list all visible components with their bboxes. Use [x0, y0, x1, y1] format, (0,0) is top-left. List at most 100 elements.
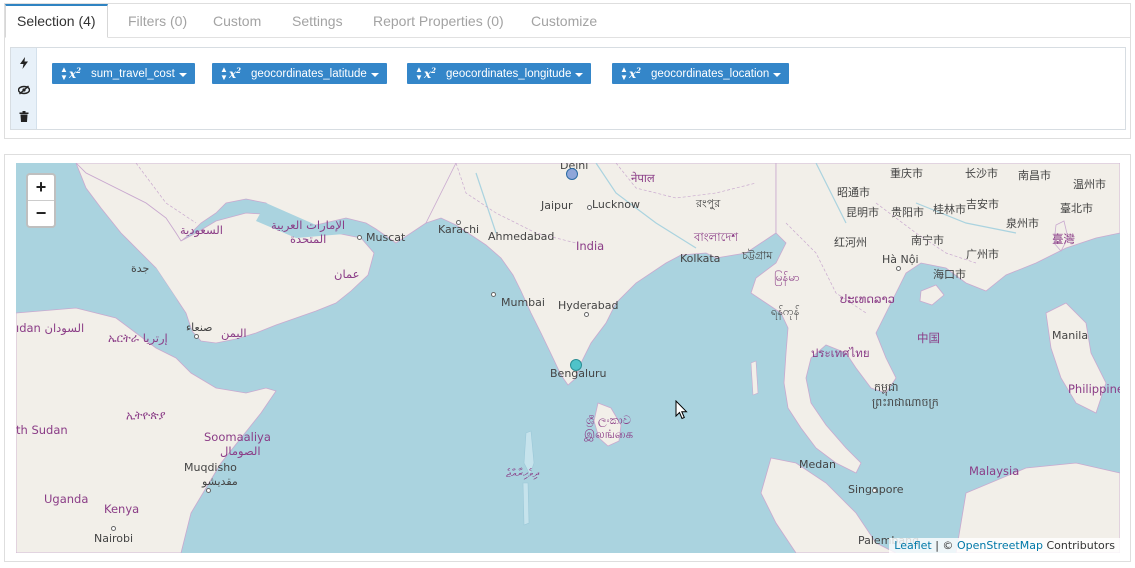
sort-icon[interactable]: ▲ ▼ — [60, 65, 68, 82]
tab-settings[interactable]: Settings — [281, 4, 354, 37]
city-dot — [206, 488, 211, 493]
tab-selection[interactable]: Selection (4) — [5, 4, 108, 38]
aggregate-icon[interactable]: x2 — [424, 66, 436, 81]
bolt-icon[interactable] — [15, 54, 32, 71]
sort-icon[interactable]: ▲ ▼ — [415, 65, 423, 82]
map-label-nanning: 南宁市 — [911, 234, 944, 247]
field-chip-geocordinates-longitude[interactable]: ▲ ▼ x2 geocordinates_longitude — [407, 63, 592, 84]
map-label-uae: الإمارات العربية — [271, 218, 346, 232]
tab-filters[interactable]: Filters (0) — [117, 4, 198, 37]
map-label-thailand: ประเทศไทย — [811, 346, 870, 360]
map-label-haikou: 海口市 — [933, 268, 966, 281]
sort-icon[interactable]: ▲ ▼ — [620, 65, 628, 82]
map-label-somalia-ar: الصومال — [220, 444, 261, 458]
map-label-kunming: 昆明市 — [846, 206, 879, 219]
tab-customize[interactable]: Customize — [520, 4, 608, 37]
chevron-down-icon[interactable] — [773, 72, 782, 77]
openstreetmap-link[interactable]: OpenStreetMap — [957, 539, 1043, 552]
map-label-ahmedabad: Ahmedabad — [488, 230, 555, 243]
attribution-contributors: Contributors — [1042, 539, 1115, 552]
map-label-chattogram: চট্টগ্রাম — [742, 249, 773, 262]
map-label-honghe: 红河州 — [834, 236, 867, 249]
chip-label: sum_travel_cost — [91, 67, 175, 80]
sort-icon[interactable]: ▲ ▼ — [220, 65, 228, 82]
map-label-yemen: اليمن — [221, 326, 247, 340]
map-label-quanzhou: 泉州市 — [1006, 217, 1039, 230]
map-label-changsha: 长沙市 — [965, 167, 998, 180]
city-dot — [896, 266, 901, 271]
field-chip-geocordinates-latitude[interactable]: ▲ ▼ x2 geocordinates_latitude — [212, 63, 387, 84]
selection-panel: Selection (4) Filters (0) Custom Setting… — [4, 3, 1131, 139]
chevron-down-icon[interactable] — [370, 72, 379, 77]
map-label-srilanka: ශ්‍රී ලංකාව — [586, 413, 631, 427]
chip-label: geocordinates_location — [651, 67, 770, 80]
trash-icon[interactable] — [15, 108, 32, 125]
map-label-yangon: ရန်ကုန် — [771, 305, 800, 318]
city-dot — [872, 488, 877, 493]
map-base-layer — [16, 163, 1120, 553]
map-label-wenzhou: 温州市 — [1073, 178, 1106, 191]
city-dot — [357, 235, 362, 240]
map-label-chongqing: 重庆市 — [890, 167, 923, 180]
chip-label: geocordinates_latitude — [251, 67, 367, 80]
map-label-medan: Medan — [799, 458, 836, 471]
map-label-sanaa: صنعاء — [186, 321, 213, 334]
map-marker-bengaluru[interactable] — [570, 359, 582, 371]
map-label-srilanka-tamil: இலங்கை — [584, 427, 634, 441]
map-marker-delhi[interactable] — [566, 168, 578, 180]
map-label-bangladesh: বাংলাদেশ — [694, 230, 739, 244]
city-dot — [456, 220, 461, 225]
tab-report-properties[interactable]: Report Properties (0) — [362, 4, 515, 37]
map-label-mumbai: Mumbai — [501, 296, 545, 309]
city-dot — [194, 334, 199, 339]
city-dot — [111, 526, 116, 531]
map-label-eritrea: ኤርትራ إرتريا — [108, 331, 168, 345]
map-label-mogadishu: Muqdisho — [184, 461, 237, 474]
map-label-philippines: Philippines — [1068, 382, 1120, 396]
map-label-muscat: Muscat — [366, 231, 406, 244]
zoom-control: + − — [26, 173, 56, 228]
eye-slash-icon[interactable] — [15, 81, 32, 98]
map-label-jian: 吉安市 — [966, 198, 999, 211]
field-chip-sum-travel-cost[interactable]: ▲ ▼ x2 sum_travel_cost — [52, 63, 195, 84]
map-label-guangzhou: 广州市 — [966, 248, 999, 261]
tab-custom[interactable]: Custom — [202, 4, 272, 37]
aggregate-icon[interactable]: x2 — [629, 66, 641, 81]
selection-area: ▲ ▼ x2 sum_travel_cost ▲ ▼ x2 geocordinate… — [10, 47, 1126, 130]
map-label-india: India — [576, 239, 605, 253]
chevron-down-icon[interactable] — [178, 72, 187, 77]
aggregate-icon[interactable]: x2 — [229, 66, 241, 81]
map-label-taiwan: 臺灣 — [1052, 232, 1075, 246]
map-label-malaysia: Malaysia — [969, 464, 1020, 478]
map-label-ethiopia: ኢትዮጵያ — [126, 408, 166, 422]
aggregate-icon[interactable]: x2 — [69, 66, 81, 81]
zoom-in-button[interactable]: + — [28, 175, 54, 201]
map-label-hanoi: Hà Nội — [882, 253, 919, 266]
map-label-jaipur: Jaipur — [541, 199, 573, 212]
map-label-manila: Manila — [1052, 329, 1089, 342]
chip-label: geocordinates_longitude — [446, 67, 572, 80]
map-label-lucknow: Lucknow — [592, 198, 641, 211]
leaflet-link[interactable]: Leaflet — [894, 539, 931, 552]
map-label-nepal: नेपाल — [631, 171, 655, 185]
map-label-kenya: Kenya — [104, 502, 140, 516]
map-label-uganda: Uganda — [44, 492, 89, 506]
city-dot — [587, 205, 592, 210]
map-panel: Delhi नेपाल Jaipur Lucknow রংপুর Karachi… — [4, 154, 1131, 562]
chevron-down-icon[interactable] — [575, 72, 584, 77]
tool-strip — [11, 48, 37, 129]
map-label-cambodia: កម្ពុជា — [874, 381, 899, 394]
map-label-maldives: ދިވެހިރާއްޖެ — [506, 466, 539, 480]
map-canvas[interactable]: Delhi नेपाल Jaipur Lucknow রংপুর Karachi… — [16, 163, 1120, 553]
map-label-china: 中国 — [917, 331, 940, 345]
field-chip-geocordinates-location[interactable]: ▲ ▼ x2 geocordinates_location — [612, 63, 790, 84]
map-label-somalia: Soomaaliya — [204, 430, 271, 444]
zoom-out-button[interactable]: − — [28, 201, 54, 226]
map-label-nanchang: 南昌市 — [1018, 169, 1051, 182]
map-label-myanmar: မြန်မာ — [774, 270, 800, 284]
map-label-jeddah: جدة — [131, 262, 150, 275]
city-dot — [491, 292, 496, 297]
map-label-guilin: 桂林市 — [933, 203, 966, 216]
map-label-oman: عمان — [334, 267, 360, 281]
map-label-south-sudan: th Sudan — [16, 423, 68, 437]
